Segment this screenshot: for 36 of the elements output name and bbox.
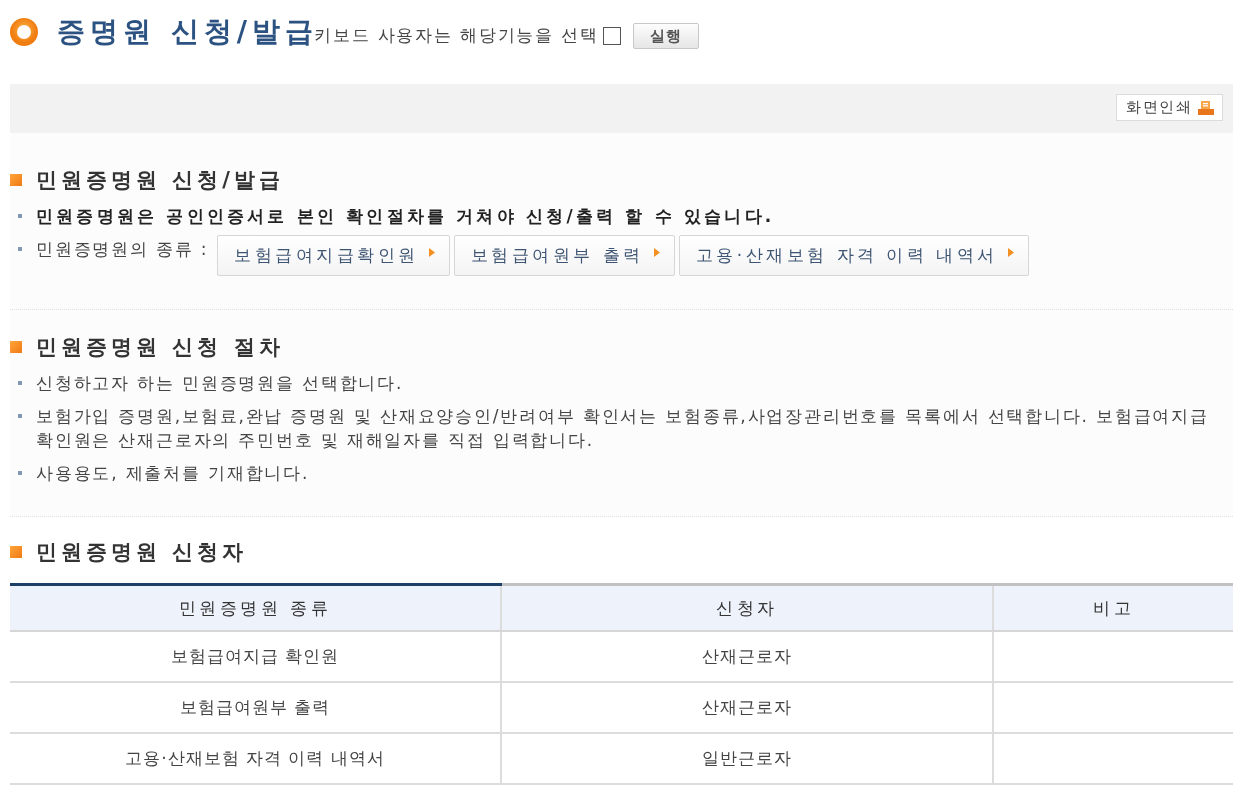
column-header: 신청자 xyxy=(501,584,993,631)
square-bullet-icon xyxy=(10,341,22,353)
keyboard-checkbox[interactable] xyxy=(602,27,621,45)
bullet-icon xyxy=(18,247,22,251)
print-screen-button[interactable]: 화면인쇄 xyxy=(1116,94,1223,121)
types-label: 민원증명원의 종류 : xyxy=(36,238,209,261)
bullet-icon xyxy=(18,214,22,218)
step-text: 신청하고자 하는 민원증명원을 선택합니다. xyxy=(36,372,404,395)
square-bullet-icon xyxy=(10,174,22,186)
printer-icon xyxy=(1198,100,1214,115)
certificate-type-button[interactable]: 보험급여지급확인원 xyxy=(217,235,450,276)
triangle-icon xyxy=(428,248,435,257)
bullet-icon xyxy=(18,471,22,475)
column-header: 비고 xyxy=(993,584,1233,631)
run-button[interactable]: 실행 xyxy=(632,23,699,49)
section-heading: 민원증명원 신청 절차 xyxy=(36,334,284,361)
bullet-icon xyxy=(18,414,22,418)
table-cell: 보험급여원부 출력 xyxy=(10,682,501,733)
step-text: 보험가입 증명원,보험료,완납 증명원 및 산재요양승인/반려여부 확인서는 보험종류,사업장관리번호를 목록에서 선택합니다. 보험급여지급 확인원은 산재근로자의 주민번호 및 재해일자를 직접 입력합니다. xyxy=(36,405,1210,452)
certificate-type-button[interactable]: 고용·산재보험 자격 이력 내역서 xyxy=(678,235,1029,276)
triangle-icon xyxy=(1007,248,1014,257)
table-cell: 산재근로자 xyxy=(501,682,993,733)
table-cell: 보험급여지급 확인원 xyxy=(10,631,501,682)
table-cell: 고용·산재보험 자격 이력 내역서 xyxy=(10,733,501,784)
triangle-icon xyxy=(653,248,660,257)
section-heading: 민원증명원 신청자 xyxy=(36,539,248,566)
ring-icon xyxy=(10,18,38,46)
table-cell: 산재근로자 xyxy=(501,631,993,682)
section-heading: 민원증명원 신청/발급 xyxy=(36,167,284,194)
column-header: 민원증명원 종류 xyxy=(10,584,501,631)
bullet-icon xyxy=(18,381,22,385)
step-text: 사용용도, 제출처를 기재합니다. xyxy=(36,462,310,485)
table-cell: 일반근로자 xyxy=(501,733,993,784)
square-bullet-icon xyxy=(10,546,22,558)
certificate-type-button[interactable]: 보험급여원부 출력 xyxy=(453,235,675,276)
notice-text: 민원증명원은 공인인증서로 본인 확인절차를 거쳐야 신청/출력 할 수 있습니다. xyxy=(36,205,775,228)
